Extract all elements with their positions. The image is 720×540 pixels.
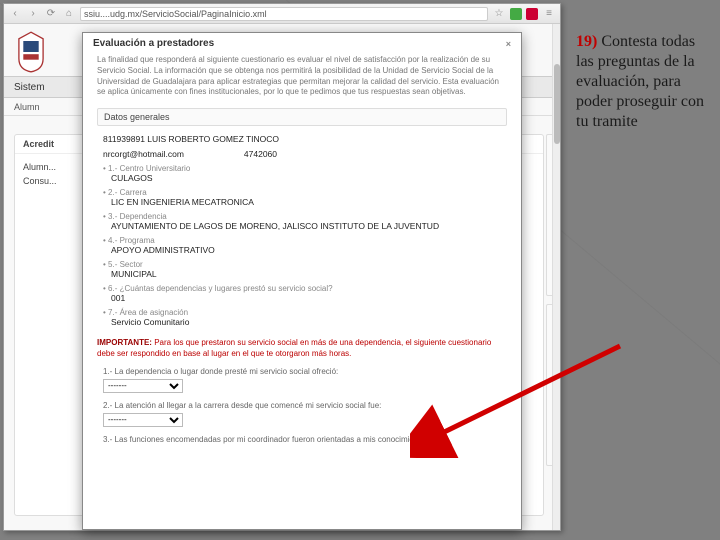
student-email: nrcorgt@hotmail.com	[103, 149, 184, 159]
modal-intro: La finalidad que responderá al siguiente…	[83, 52, 521, 106]
forward-button[interactable]: ›	[26, 7, 40, 21]
reload-button[interactable]: ⟳	[44, 7, 58, 21]
q1-text: 1.- La dependencia o lugar donde presté …	[103, 367, 501, 376]
dependencia-label: 3.- Dependencia	[103, 212, 167, 221]
student-code: 811939891 LUIS ROBERTO GOMEZ TINOCO	[103, 134, 279, 144]
question-2: 2.- La atención al llegar a la carrera d…	[83, 397, 521, 431]
address-bar[interactable]	[80, 7, 488, 21]
udg-logo	[14, 30, 48, 74]
student-data: 811939891 LUIS ROBERTO GOMEZ TINOCO nrco…	[83, 128, 521, 334]
dep-count-value: 001	[111, 293, 125, 303]
programa-value: APOYO ADMINISTRATIVO	[111, 245, 215, 255]
section-header: Datos generales	[97, 108, 507, 126]
question-3: 3.- Las funciones encomendadas por mi co…	[83, 431, 521, 451]
dependencia-value: AYUNTAMIENTO DE LAGOS DE MORENO, JALISCO…	[111, 221, 439, 231]
step-number: 19)	[576, 33, 597, 50]
q3-text: 3.- Las funciones encomendadas por mi co…	[103, 435, 501, 444]
modal-title-bar: Evaluación a prestadores ×	[83, 33, 521, 52]
extension-icon[interactable]	[510, 8, 522, 20]
bookmark-icon[interactable]: ☆	[492, 7, 506, 21]
extension-red-icon[interactable]	[526, 8, 538, 20]
back-button[interactable]: ‹	[8, 7, 22, 21]
carrera-value: LIC EN INGENIERIA MECATRONICA	[111, 197, 254, 207]
q1-select[interactable]: -------	[103, 379, 183, 393]
centro-value: CULAGOS	[111, 173, 153, 183]
page-scrollbar[interactable]	[552, 24, 560, 530]
area-value: Servicio Comunitario	[111, 317, 189, 327]
sector-label: 5.- Sector	[103, 260, 143, 269]
instruction-text: 19) Contesta todas las preguntas de la e…	[576, 32, 706, 132]
question-1: 1.- La dependencia o lugar donde presté …	[83, 363, 521, 397]
menu-icon[interactable]: ≡	[542, 7, 556, 21]
student-phone: 4742060	[244, 149, 277, 159]
browser-window: ‹ › ⟳ ⌂ ☆ ≡ Sistem Alumn Acredit Alumn..…	[3, 3, 561, 531]
evaluation-modal: Evaluación a prestadores × La finalidad …	[82, 32, 522, 530]
important-note: IMPORTANTE: Para los que prestaron su se…	[97, 338, 507, 359]
q2-select[interactable]: -------	[103, 413, 183, 427]
sector-value: MUNICIPAL	[111, 269, 157, 279]
carrera-label: 2.- Carrera	[103, 188, 147, 197]
q2-text: 2.- La atención al llegar a la carrera d…	[103, 401, 501, 410]
browser-toolbar: ‹ › ⟳ ⌂ ☆ ≡	[4, 4, 560, 24]
modal-title: Evaluación a prestadores	[93, 38, 214, 49]
home-button[interactable]: ⌂	[62, 7, 76, 21]
area-label: 7.- Área de asignación	[103, 308, 188, 317]
dep-count-label: 6.- ¿Cuántas dependencias y lugares pres…	[103, 284, 333, 293]
scrollbar-thumb[interactable]	[554, 64, 560, 144]
centro-label: 1.- Centro Universitario	[103, 164, 190, 173]
programa-label: 4.- Programa	[103, 236, 155, 245]
close-icon[interactable]: ×	[506, 39, 511, 49]
